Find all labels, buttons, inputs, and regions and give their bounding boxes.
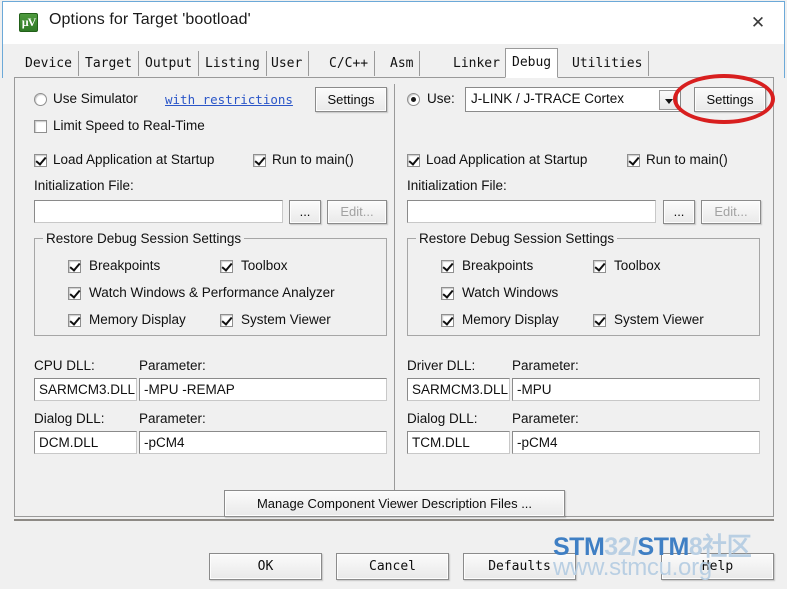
simulator-dialog-parameter-input[interactable]: -pCM4 bbox=[139, 431, 387, 454]
driver-parameter-input[interactable]: -MPU bbox=[512, 378, 760, 401]
options-dialog: µV Options for Target 'bootload' ✕ Devic… bbox=[0, 0, 787, 589]
simulator-init-file-input[interactable] bbox=[34, 200, 283, 223]
defaults-button[interactable]: Defaults bbox=[463, 553, 576, 580]
simulator-settings-button[interactable]: Settings bbox=[315, 87, 387, 112]
cpu-parameter-label: Parameter: bbox=[139, 358, 206, 373]
simulator-dialog-dll-input[interactable]: DCM.DLL bbox=[34, 431, 137, 454]
simulator-breakpoints-label: Breakpoints bbox=[89, 258, 161, 273]
with-restrictions-link[interactable]: with restrictions bbox=[165, 92, 293, 107]
target-restore-group-title: Restore Debug Session Settings bbox=[416, 231, 618, 246]
simulator-memory-display-checkbox[interactable] bbox=[68, 314, 81, 327]
simulator-run-to-main-label: Run to main() bbox=[272, 152, 354, 167]
target-toolbox-checkbox[interactable] bbox=[593, 260, 606, 273]
use-driver-label: Use: bbox=[427, 91, 455, 106]
help-button[interactable]: Help bbox=[661, 553, 774, 580]
use-simulator-radio[interactable] bbox=[34, 93, 47, 106]
simulator-watch-windows-checkbox[interactable] bbox=[68, 287, 81, 300]
simulator-restore-group-title: Restore Debug Session Settings bbox=[43, 231, 245, 246]
tab-c-cpp[interactable]: C/C++ bbox=[323, 51, 376, 76]
ok-button[interactable]: OK bbox=[209, 553, 322, 580]
close-icon[interactable]: ✕ bbox=[742, 9, 774, 37]
target-dialog-parameter-label: Parameter: bbox=[512, 411, 579, 426]
footer-divider bbox=[14, 519, 774, 521]
driver-parameter-label: Parameter: bbox=[512, 358, 579, 373]
target-dialog-dll-input[interactable]: TCM.DLL bbox=[407, 431, 510, 454]
uvision-logo-icon: µV bbox=[19, 13, 38, 32]
simulator-init-file-label: Initialization File: bbox=[34, 178, 134, 193]
target-restore-group: Restore Debug Session Settings Breakpoin… bbox=[407, 231, 760, 336]
simulator-toolbox-label: Toolbox bbox=[241, 258, 288, 273]
target-toolbox-label: Toolbox bbox=[614, 258, 661, 273]
target-memory-display-label: Memory Display bbox=[462, 312, 559, 327]
simulator-system-viewer-label: System Viewer bbox=[241, 312, 331, 327]
simulator-browse-button[interactable]: ... bbox=[289, 200, 321, 224]
target-watch-windows-checkbox[interactable] bbox=[441, 287, 454, 300]
tab-output[interactable]: Output bbox=[139, 51, 199, 76]
limit-speed-label: Limit Speed to Real-Time bbox=[53, 118, 205, 133]
simulator-memory-display-label: Memory Display bbox=[89, 312, 186, 327]
target-breakpoints-checkbox[interactable] bbox=[441, 260, 454, 273]
manage-component-viewer-button[interactable]: Manage Component Viewer Description File… bbox=[224, 490, 565, 517]
limit-speed-checkbox[interactable] bbox=[34, 120, 47, 133]
tab-user[interactable]: User bbox=[265, 51, 310, 76]
debug-driver-selected-value: J-LINK / J-TRACE Cortex bbox=[471, 91, 625, 106]
simulator-restore-group: Restore Debug Session Settings Breakpoin… bbox=[34, 231, 387, 336]
simulator-toolbox-checkbox[interactable] bbox=[220, 260, 233, 273]
target-init-file-input[interactable] bbox=[407, 200, 656, 223]
chevron-down-icon[interactable] bbox=[659, 90, 678, 110]
debug-tab-panel: Use Simulator with restrictions Settings… bbox=[14, 77, 774, 517]
driver-dll-label: Driver DLL: bbox=[407, 358, 476, 373]
target-system-viewer-checkbox[interactable] bbox=[593, 314, 606, 327]
target-edit-button[interactable]: Edit... bbox=[701, 200, 761, 224]
use-simulator-label: Use Simulator bbox=[53, 91, 138, 106]
tab-device[interactable]: Device bbox=[19, 51, 79, 76]
target-load-app-label: Load Application at Startup bbox=[426, 152, 588, 167]
target-breakpoints-label: Breakpoints bbox=[462, 258, 534, 273]
driver-dll-input[interactable]: SARMCM3.DLL bbox=[407, 378, 510, 401]
cpu-dll-label: CPU DLL: bbox=[34, 358, 95, 373]
simulator-breakpoints-checkbox[interactable] bbox=[68, 260, 81, 273]
simulator-system-viewer-checkbox[interactable] bbox=[220, 314, 233, 327]
debug-driver-select[interactable]: J-LINK / J-TRACE Cortex bbox=[465, 87, 681, 112]
cpu-parameter-input[interactable]: -MPU -REMAP bbox=[139, 378, 387, 401]
page-title: Options for Target 'bootload' bbox=[49, 11, 251, 28]
target-run-to-main-checkbox[interactable] bbox=[627, 154, 640, 167]
target-load-app-checkbox[interactable] bbox=[407, 154, 420, 167]
tab-linker[interactable]: Linker bbox=[447, 51, 507, 76]
target-memory-display-checkbox[interactable] bbox=[441, 314, 454, 327]
target-dialog-dll-label: Dialog DLL: bbox=[407, 411, 478, 426]
use-driver-radio[interactable] bbox=[407, 93, 420, 106]
simulator-edit-button[interactable]: Edit... bbox=[327, 200, 387, 224]
simulator-load-app-label: Load Application at Startup bbox=[53, 152, 215, 167]
cancel-button[interactable]: Cancel bbox=[336, 553, 449, 580]
cpu-dll-input[interactable]: SARMCM3.DLL bbox=[34, 378, 137, 401]
target-system-viewer-label: System Viewer bbox=[614, 312, 704, 327]
target-dialog-parameter-input[interactable]: -pCM4 bbox=[512, 431, 760, 454]
tab-utilities[interactable]: Utilities bbox=[566, 51, 650, 76]
tab-listing[interactable]: Listing bbox=[199, 51, 267, 76]
simulator-watch-windows-label: Watch Windows & Performance Analyzer bbox=[89, 285, 335, 300]
title-bar: µV Options for Target 'bootload' ✕ bbox=[2, 1, 785, 44]
simulator-run-to-main-checkbox[interactable] bbox=[253, 154, 266, 167]
tab-strip: Device Target Output Listing User C/C++ … bbox=[2, 44, 785, 78]
simulator-dialog-parameter-label: Parameter: bbox=[139, 411, 206, 426]
target-run-to-main-label: Run to main() bbox=[646, 152, 728, 167]
target-browse-button[interactable]: ... bbox=[663, 200, 695, 224]
tab-target[interactable]: Target bbox=[79, 51, 139, 76]
target-init-file-label: Initialization File: bbox=[407, 178, 507, 193]
tab-asm[interactable]: Asm bbox=[384, 51, 421, 76]
simulator-dialog-dll-label: Dialog DLL: bbox=[34, 411, 105, 426]
watermark-32: 32/ bbox=[604, 533, 638, 561]
target-watch-windows-label: Watch Windows bbox=[462, 285, 559, 300]
target-settings-button[interactable]: Settings bbox=[694, 87, 766, 112]
simulator-load-app-checkbox[interactable] bbox=[34, 154, 47, 167]
panel-divider bbox=[394, 84, 395, 504]
tab-debug[interactable]: Debug bbox=[505, 48, 559, 78]
